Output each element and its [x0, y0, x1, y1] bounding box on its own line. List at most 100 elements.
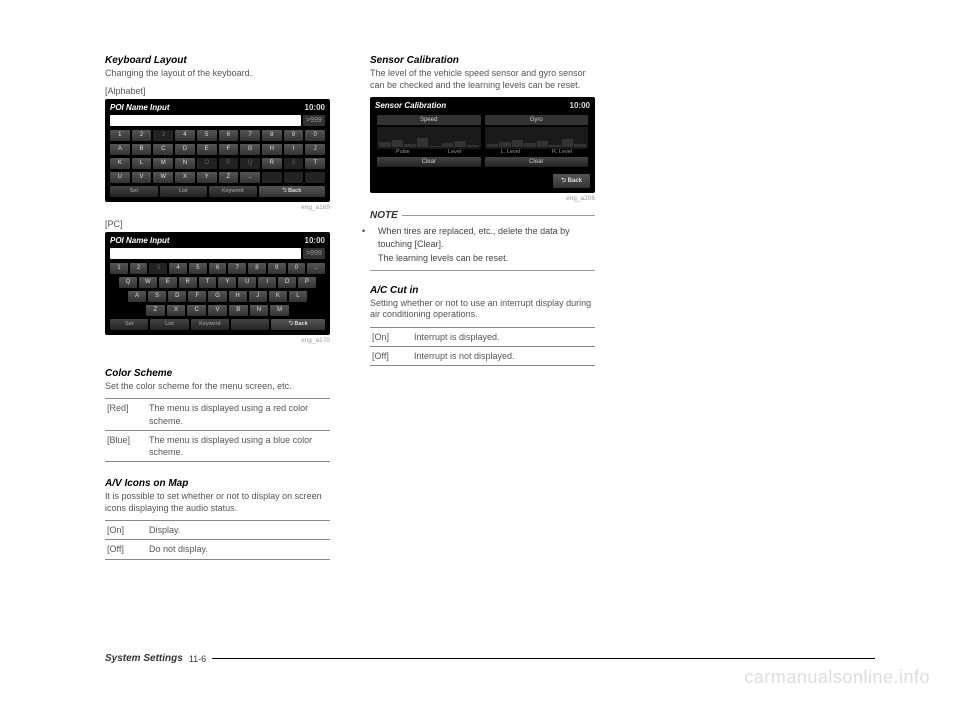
kb-key[interactable]: Y — [197, 172, 217, 183]
kb-key[interactable]: A — [128, 291, 146, 302]
list-button[interactable]: List — [160, 186, 208, 197]
speed-bars — [377, 127, 481, 149]
kb-key[interactable]: B — [229, 305, 248, 316]
kb-key[interactable]: W — [139, 277, 157, 288]
kb-key[interactable]: D — [168, 291, 186, 302]
kb-key[interactable]: I — [284, 144, 304, 155]
kb-key[interactable]: 4 — [169, 263, 187, 274]
kb-key[interactable]: B — [132, 144, 152, 155]
kb-key[interactable]: 3 — [153, 130, 173, 141]
back-button[interactable]: ⮌ Back — [271, 319, 325, 330]
kb-key[interactable]: 7 — [240, 130, 260, 141]
kb-key[interactable]: E — [159, 277, 177, 288]
poi-text-field[interactable] — [110, 115, 301, 126]
kb-key[interactable]: L — [132, 158, 152, 169]
kb-key[interactable]: K — [110, 158, 130, 169]
keyword-button[interactable]: Keyword — [209, 186, 257, 197]
kb-key[interactable]: X — [175, 172, 195, 183]
kb-key[interactable]: V — [132, 172, 152, 183]
kb-key[interactable]: N — [250, 305, 269, 316]
set-button[interactable]: Set — [110, 186, 158, 197]
kb-key[interactable]: .. — [240, 172, 260, 183]
kb-key[interactable]: K — [269, 291, 287, 302]
set-button[interactable]: Set — [110, 319, 148, 330]
kb-key[interactable]: H — [229, 291, 247, 302]
opt-key: [Blue] — [105, 430, 147, 461]
kb-key[interactable]: W — [153, 172, 173, 183]
caption-alpha: eng_a169 — [105, 204, 330, 211]
keyword-button[interactable]: Keyword — [191, 319, 229, 330]
kb-key[interactable]: V — [208, 305, 227, 316]
kb-key[interactable]: D — [175, 144, 195, 155]
kb-key[interactable]: 9 — [284, 130, 304, 141]
pulse-label: Pulse — [377, 149, 429, 155]
kb-key[interactable]: U — [238, 277, 256, 288]
kb-key[interactable]: M — [153, 158, 173, 169]
kb-key[interactable]: C — [187, 305, 206, 316]
kb-key[interactable]: T — [199, 277, 217, 288]
clear-button-speed[interactable]: Clear — [377, 157, 481, 167]
kb-key[interactable]: L — [289, 291, 307, 302]
kb-key[interactable]: S — [148, 291, 166, 302]
kb-key[interactable]: A — [110, 144, 130, 155]
kb-key[interactable]: X — [167, 305, 186, 316]
kb-key[interactable]: Q — [119, 277, 137, 288]
kb-key[interactable]: H — [262, 144, 282, 155]
kb-key[interactable]: G — [240, 144, 260, 155]
kb-key[interactable]: P — [219, 158, 239, 169]
kb-key[interactable]: 7 — [228, 263, 246, 274]
kb-key[interactable]: O — [197, 158, 217, 169]
kb-key[interactable]: 1 — [110, 263, 128, 274]
back-button[interactable]: ⮌ Back — [259, 186, 326, 197]
kb-key[interactable]: F — [188, 291, 206, 302]
kb-key[interactable]: Z — [146, 305, 165, 316]
kb-key[interactable]: R — [179, 277, 197, 288]
clear-button-gyro[interactable]: Clear — [485, 157, 589, 167]
kb-key[interactable]: 1 — [110, 130, 130, 141]
kb-key[interactable]: E — [197, 144, 217, 155]
kb-key[interactable]: I — [258, 277, 276, 288]
kb-key[interactable]: Y — [218, 277, 236, 288]
kb-key[interactable]: 9 — [268, 263, 286, 274]
keyboard-row-4: U V W X Y Z .. — [110, 172, 325, 183]
kb-key[interactable]: S — [284, 158, 304, 169]
kb-key[interactable]: 4 — [175, 130, 195, 141]
kb-key[interactable]: 2 — [132, 130, 152, 141]
heading-keyboard-layout: Keyboard Layout — [105, 55, 330, 66]
kb-key[interactable]: 6 — [219, 130, 239, 141]
kb-key[interactable]: 5 — [189, 263, 207, 274]
kb-key[interactable]: 8 — [248, 263, 266, 274]
kb-key[interactable]: J — [305, 144, 325, 155]
kb-key[interactable]: N — [175, 158, 195, 169]
list-button[interactable]: List — [150, 319, 188, 330]
kb-key[interactable]: G — [208, 291, 226, 302]
kb-key[interactable]: 6 — [209, 263, 227, 274]
kb-key[interactable]: F — [219, 144, 239, 155]
kb-key[interactable]: T — [305, 158, 325, 169]
back-button[interactable]: ⮌ Back — [553, 174, 590, 188]
keyboard-row-3: K L M N O P Q R S T — [110, 158, 325, 169]
poi-text-field[interactable] — [110, 248, 301, 259]
kb-key[interactable]: Z — [219, 172, 239, 183]
kb-key[interactable]: 3 — [149, 263, 167, 274]
kb-key[interactable]: 5 — [197, 130, 217, 141]
kb-key[interactable]: O — [278, 277, 296, 288]
kb-key[interactable]: J — [249, 291, 267, 302]
results-count-button[interactable]: >999 — [303, 115, 325, 126]
kb-key[interactable]: U — [110, 172, 130, 183]
clock-icon: 10:00 — [570, 101, 590, 110]
kb-key[interactable]: 8 — [262, 130, 282, 141]
kb-key[interactable]: 2 — [130, 263, 148, 274]
kb-key[interactable]: .. — [307, 263, 325, 274]
kb-key[interactable]: M — [270, 305, 289, 316]
kb-key[interactable]: 0 — [305, 130, 325, 141]
kb-key[interactable]: C — [153, 144, 173, 155]
note-divider — [370, 270, 595, 271]
table-ac-cut-in: [On]Interrupt is displayed. [Off]Interru… — [370, 327, 595, 366]
kb-key[interactable]: P — [298, 277, 316, 288]
opt-key: [Red] — [105, 399, 147, 430]
kb-key[interactable]: 0 — [288, 263, 306, 274]
results-count-button[interactable]: >999 — [303, 248, 325, 259]
kb-key[interactable]: Q — [240, 158, 260, 169]
kb-key[interactable]: R — [262, 158, 282, 169]
